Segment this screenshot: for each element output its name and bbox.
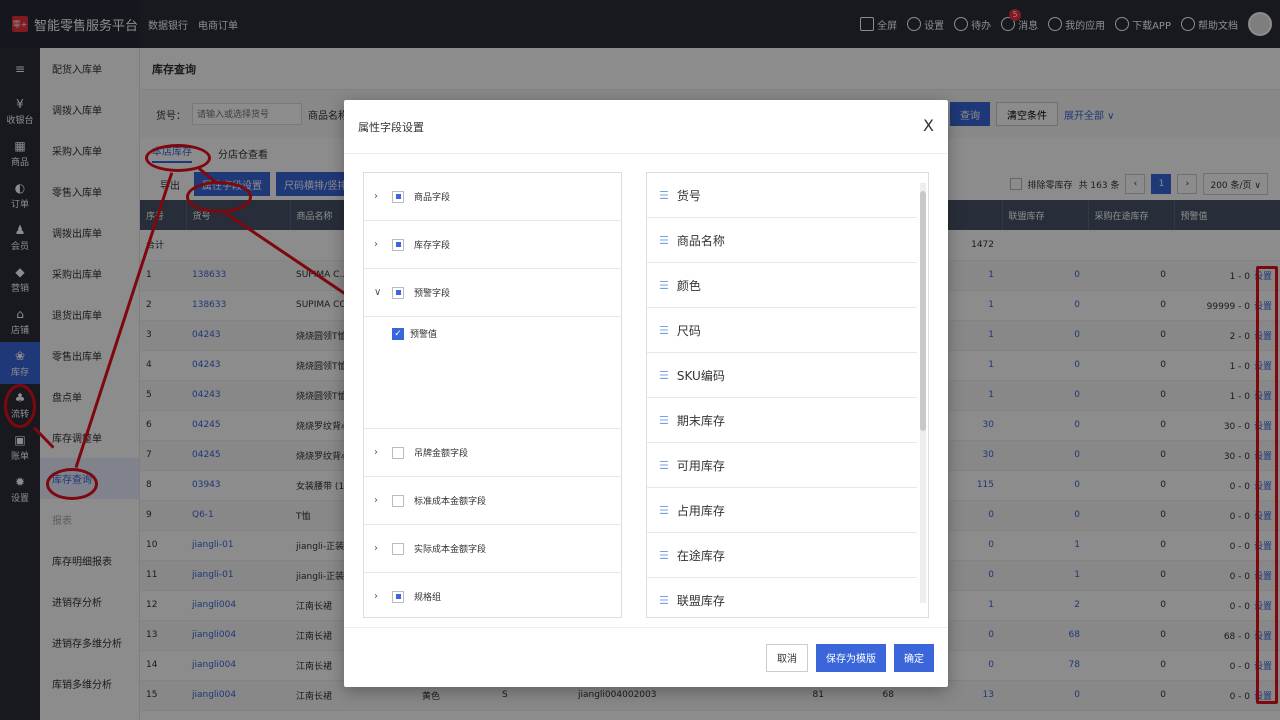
field-checkbox[interactable]: ✓ xyxy=(392,327,404,340)
selected-field-label: 可用库存 xyxy=(676,458,725,473)
close-icon[interactable]: X xyxy=(923,116,934,135)
selected-field-label: 联盟库存 xyxy=(676,593,725,608)
selected-field-label: 颜色 xyxy=(676,278,701,293)
selected-field-item[interactable]: ☰ SKU编码 xyxy=(647,353,917,398)
field-group-panel: › 商品字段 › 库存字段 ∨ 预警字段 ✓ 预警值 › 吊牌金额字段 › 标准成本金额字段 › 实际成本… xyxy=(363,172,622,618)
group-checkbox[interactable] xyxy=(392,542,404,555)
group-label: 预警字段 xyxy=(414,289,451,299)
selected-field-item[interactable]: ☰ 联盟库存 xyxy=(647,578,917,617)
chevron-right-icon[interactable]: › xyxy=(374,591,382,602)
selected-field-label: 在途库存 xyxy=(676,548,725,563)
group-label: 规格组 xyxy=(414,593,442,603)
field-group[interactable]: › 吊牌金额字段 xyxy=(364,429,621,477)
group-label: 标准成本金额字段 xyxy=(414,497,487,507)
field-group[interactable]: › 实际成本金额字段 xyxy=(364,525,621,573)
group-label: 吊牌金额字段 xyxy=(414,449,469,459)
selected-field-item[interactable]: ☰ 占用库存 xyxy=(647,488,917,533)
drag-handle-icon[interactable]: ☰ xyxy=(659,414,669,427)
drag-handle-icon[interactable]: ☰ xyxy=(659,279,669,292)
selected-field-item[interactable]: ☰ 尺码 xyxy=(647,308,917,353)
selected-field-label: 占用库存 xyxy=(676,503,725,518)
selected-field-label: 尺码 xyxy=(676,323,701,338)
drag-handle-icon[interactable]: ☰ xyxy=(659,459,669,472)
selected-field-label: 期末库存 xyxy=(676,413,725,428)
selected-fields-panel: ☰ 货号 ☰ 商品名称 ☰ 颜色 ☰ 尺码 ☰ SKU编码 ☰ 期末库存 ☰ 可用库存 ☰ 占用库存 ☰ 在途库存… xyxy=(646,172,929,618)
selected-field-item[interactable]: ☰ 可用库存 xyxy=(647,443,917,488)
selected-field-item[interactable]: ☰ 商品名称 xyxy=(647,218,917,263)
chevron-right-icon[interactable]: › xyxy=(374,543,382,554)
field-group[interactable]: ∨ 预警字段 xyxy=(364,269,621,317)
drag-handle-icon[interactable]: ☰ xyxy=(659,234,669,247)
dialog-footer: 取消 保存为模版 确定 xyxy=(344,627,948,687)
selected-field-item[interactable]: ☰ 颜色 xyxy=(647,263,917,308)
drag-handle-icon[interactable]: ☰ xyxy=(659,189,669,202)
group-checkbox[interactable] xyxy=(392,190,404,203)
drag-handle-icon[interactable]: ☰ xyxy=(659,369,669,382)
scrollbar[interactable] xyxy=(920,183,926,603)
group-label: 实际成本金额字段 xyxy=(414,545,487,555)
chevron-down-icon[interactable]: ∨ xyxy=(374,287,382,298)
group-checkbox[interactable] xyxy=(392,590,404,603)
group-checkbox[interactable] xyxy=(392,238,404,251)
drag-handle-icon[interactable]: ☰ xyxy=(659,504,669,517)
selected-field-label: 商品名称 xyxy=(676,233,725,248)
field-group[interactable]: › 标准成本金额字段 xyxy=(364,477,621,525)
chevron-right-icon[interactable]: › xyxy=(374,447,382,458)
drag-handle-icon[interactable]: ☰ xyxy=(659,324,669,337)
chevron-right-icon[interactable]: › xyxy=(374,239,382,250)
group-children: ✓ 预警值 xyxy=(364,317,621,429)
field-item[interactable]: ✓ 预警值 xyxy=(392,327,621,340)
save-template-button[interactable]: 保存为模版 xyxy=(816,643,886,672)
group-label: 库存字段 xyxy=(414,241,451,251)
cancel-button[interactable]: 取消 xyxy=(766,643,808,672)
selected-field-item[interactable]: ☰ 期末库存 xyxy=(647,398,917,443)
group-checkbox[interactable] xyxy=(392,446,404,459)
field-label: 预警值 xyxy=(410,330,438,340)
selected-field-item[interactable]: ☰ 货号 xyxy=(647,173,917,218)
field-group[interactable]: › 商品字段 xyxy=(364,173,621,221)
selected-field-item[interactable]: ☰ 在途库存 xyxy=(647,533,917,578)
chevron-right-icon[interactable]: › xyxy=(374,495,382,506)
drag-handle-icon[interactable]: ☰ xyxy=(659,549,669,562)
selected-field-label: SKU编码 xyxy=(676,368,725,383)
attribute-settings-dialog: 属性字段设置 X › 商品字段 › 库存字段 ∨ 预警字段 ✓ 预警值 › 吊牌金额字段 › 标准成本… xyxy=(344,100,948,687)
group-checkbox[interactable] xyxy=(392,494,404,507)
chevron-right-icon[interactable]: › xyxy=(374,191,382,202)
selected-field-label: 货号 xyxy=(676,188,701,203)
group-label: 商品字段 xyxy=(414,193,451,203)
dialog-title: 属性字段设置 xyxy=(344,100,948,154)
field-group[interactable]: › 库存字段 xyxy=(364,221,621,269)
field-group[interactable]: › 规格组 xyxy=(364,573,621,617)
ok-button[interactable]: 确定 xyxy=(894,643,934,672)
group-checkbox[interactable] xyxy=(392,286,404,299)
drag-handle-icon[interactable]: ☰ xyxy=(659,594,669,607)
